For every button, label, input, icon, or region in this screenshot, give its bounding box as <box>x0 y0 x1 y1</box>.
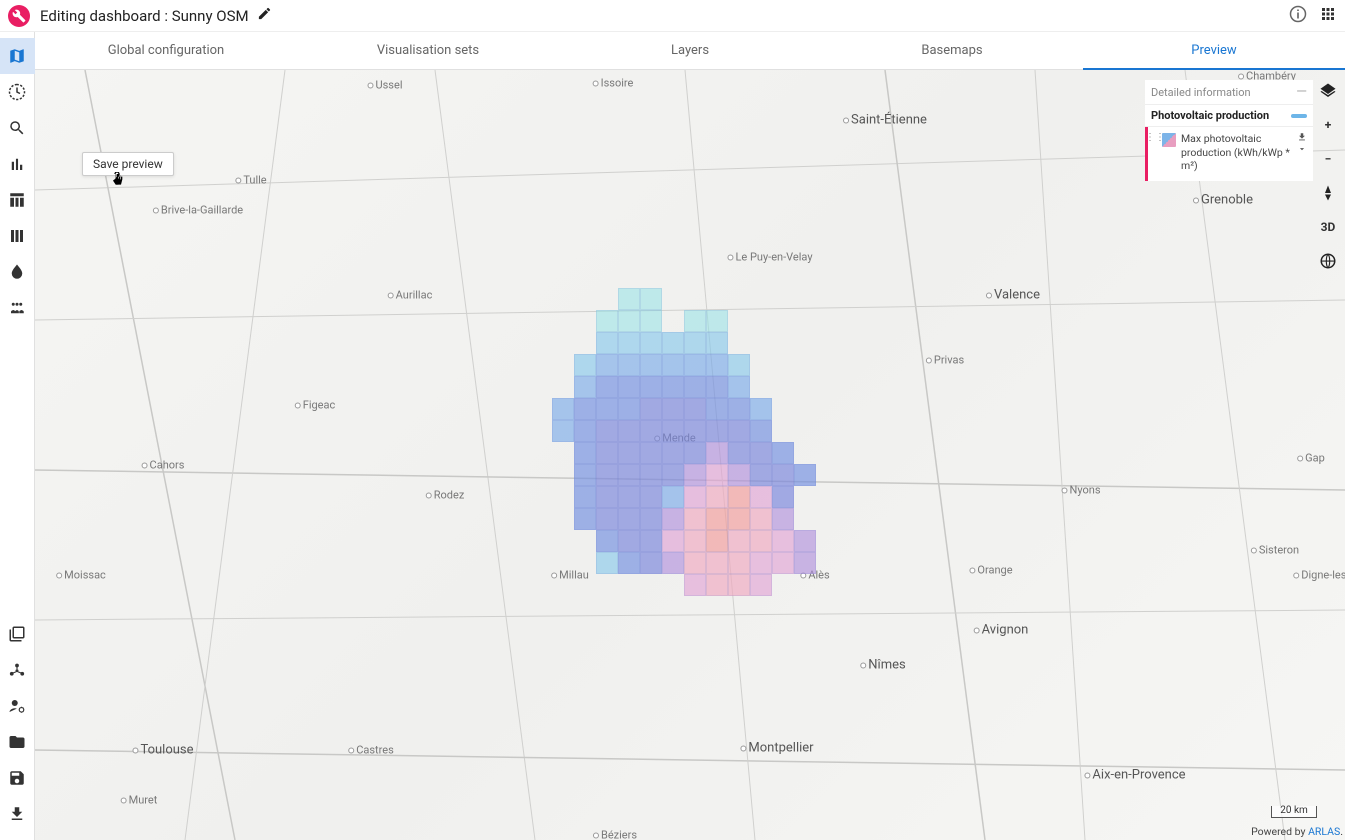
city-label: Rodez <box>426 489 465 502</box>
tab-visualisation-sets[interactable]: Visualisation sets <box>297 32 559 69</box>
chevron-down-icon[interactable] <box>1297 144 1307 154</box>
legend-header[interactable]: Detailed information — <box>1145 80 1313 105</box>
city-label: Toulouse <box>132 743 193 758</box>
sidebar-analytics-icon[interactable] <box>0 146 35 182</box>
north-arrow-icon[interactable] <box>1317 182 1339 204</box>
save-preview-tooltip: Save preview <box>82 152 174 176</box>
collapse-icon[interactable]: — <box>1296 84 1307 100</box>
city-label: Nîmes <box>860 658 906 673</box>
city-label: Muret <box>121 794 158 807</box>
city-label: Digne-les-Bains <box>1293 569 1345 582</box>
city-label: Privas <box>926 354 964 367</box>
legend-toggle-icon[interactable] <box>1291 114 1307 118</box>
tab-global-configuration[interactable]: Global configuration <box>35 32 297 69</box>
tab-layers[interactable]: Layers <box>559 32 821 69</box>
sidebar-search-icon[interactable] <box>0 110 35 146</box>
header: Editing dashboard : Sunny OSM <box>0 0 1345 32</box>
tab-preview[interactable]: Preview <box>1083 32 1345 69</box>
city-label: Tulle <box>235 174 266 187</box>
city-label: Figeac <box>295 399 336 412</box>
sidebar-download-icon[interactable] <box>0 796 35 832</box>
info-icon[interactable] <box>1289 5 1307 27</box>
city-label: Béziers <box>593 829 637 840</box>
city-label: Orange <box>969 564 1012 577</box>
map-area[interactable]: UsselIssoireChambérySaint-ÉtienneTulleBr… <box>35 70 1345 840</box>
zoom-in-button[interactable]: + <box>1317 114 1339 136</box>
sidebar-table-icon[interactable] <box>0 182 35 218</box>
sidebar-folder-icon[interactable] <box>0 724 35 760</box>
scale-bar: 20 km <box>1271 806 1317 818</box>
attribution-link[interactable]: ARLAS <box>1308 825 1340 838</box>
city-label: Valence <box>986 288 1040 303</box>
city-label: Sisteron <box>1251 544 1299 557</box>
sidebar-people-icon[interactable] <box>0 290 35 326</box>
sidebar-opacity-icon[interactable] <box>0 254 35 290</box>
sidebar-save-icon[interactable] <box>0 760 35 796</box>
city-label: Ussel <box>368 79 403 92</box>
legend-panel: Detailed information — Photovoltaic prod… <box>1145 80 1313 181</box>
sidebar-library-icon[interactable] <box>0 616 35 652</box>
city-label: Brive-la-Gaillarde <box>153 204 243 217</box>
city-label: Gap <box>1297 452 1325 465</box>
map-controls: + − 3D <box>1317 80 1339 272</box>
layers-icon[interactable] <box>1317 80 1339 102</box>
sidebar-network-icon[interactable] <box>0 652 35 688</box>
city-label: Aix-en-Provence <box>1084 768 1185 783</box>
city-label: Le Puy-en-Velay <box>727 251 812 264</box>
apps-icon[interactable] <box>1319 5 1337 27</box>
city-label: Moissac <box>56 569 106 582</box>
city-label: Avignon <box>974 623 1029 638</box>
legend-swatch-icon <box>1162 133 1176 147</box>
legend-header-label: Detailed information <box>1151 86 1251 99</box>
city-label: Grenoble <box>1193 193 1253 208</box>
page-title: Editing dashboard : Sunny OSM <box>40 7 249 25</box>
city-label: Nyons <box>1062 484 1101 497</box>
heatmap-grid <box>552 288 816 596</box>
city-label: Issoire <box>593 77 634 90</box>
legend-title-row[interactable]: Photovoltaic production <box>1145 105 1313 127</box>
city-label: Castres <box>348 744 394 757</box>
city-label: Montpellier <box>740 741 813 756</box>
sidebar-map-icon[interactable] <box>0 38 35 74</box>
sidebar-user-settings-icon[interactable] <box>0 688 35 724</box>
zoom-out-button[interactable]: − <box>1317 148 1339 170</box>
mode-3d-button[interactable]: 3D <box>1317 216 1339 238</box>
attribution: Powered by ARLAS. <box>1251 825 1343 838</box>
drag-handle-icon[interactable]: ⋮⋮ <box>1150 132 1160 173</box>
tab-basemaps[interactable]: Basemaps <box>821 32 1083 69</box>
legend-item[interactable]: ⋮⋮ Max photovoltaic production (kWh/kWp … <box>1145 127 1313 181</box>
legend-title-label: Photovoltaic production <box>1151 109 1269 122</box>
globe-icon[interactable] <box>1317 250 1339 272</box>
download-icon[interactable] <box>1297 132 1307 142</box>
city-label: Aurillac <box>388 289 433 302</box>
app-logo <box>8 5 30 27</box>
sidebar-timeline-icon[interactable] <box>0 74 35 110</box>
city-label: Saint-Étienne <box>843 113 927 128</box>
city-label: Cahors <box>142 459 185 472</box>
sidebar-columns-icon[interactable] <box>0 218 35 254</box>
legend-item-label: Max photovoltaic production (kWh/kWp * m… <box>1181 132 1294 173</box>
cursor-pointer-icon <box>109 172 125 192</box>
tabs: Global configurationVisualisation setsLa… <box>35 32 1345 70</box>
sidebar <box>0 32 35 840</box>
pencil-icon[interactable] <box>257 6 272 25</box>
